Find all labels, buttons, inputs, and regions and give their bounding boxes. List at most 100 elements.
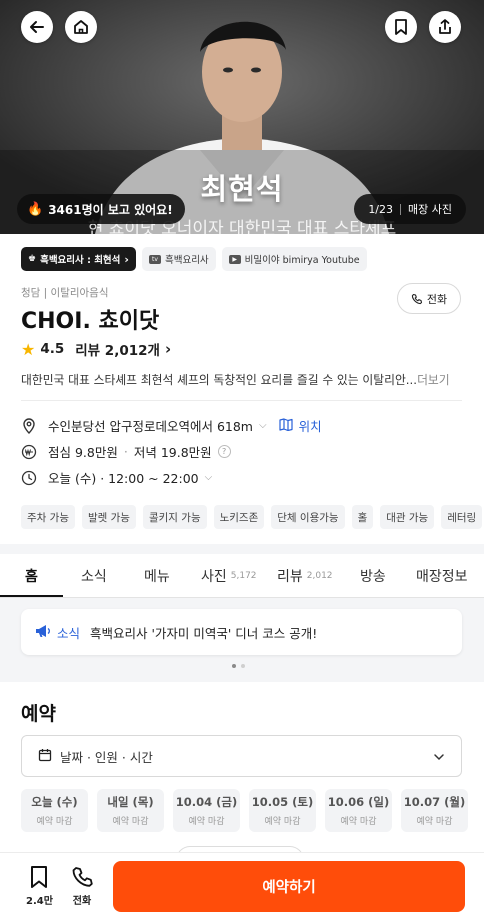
map-icon (278, 417, 293, 434)
youtube-icon: ▶ (228, 254, 241, 264)
rating-row[interactable]: ★ 4.5 리뷰 2,012개 › (21, 339, 171, 360)
chevron-down-icon[interactable]: ⌵ (259, 420, 267, 431)
calendar-icon (38, 748, 52, 765)
tab-label: 메뉴 (144, 569, 170, 585)
megaphone-icon (35, 624, 51, 641)
date-status: 예약 마감 (112, 817, 149, 827)
amenity-chip: 노키즈존 (213, 505, 265, 529)
call-label: 전화 (426, 292, 448, 306)
tab-label: 매장정보 (416, 569, 468, 585)
star-icon: ★ (21, 339, 36, 359)
price-row: 점심 9.8만원 · 저녁 19.8만원 ? (21, 442, 231, 461)
chevron-down-icon[interactable]: ⌵ (205, 472, 213, 483)
tab-label: 사진 (201, 569, 227, 585)
location-text: 수인분당선 압구정로데오역에서 618m (48, 419, 253, 434)
help-icon[interactable]: ? (217, 445, 231, 458)
amenity-chip: 레터링 (441, 505, 483, 529)
reservation-selector-text: 날짜 · 인원 · 시간 (60, 749, 153, 765)
home-button[interactable] (65, 11, 97, 43)
carousel-dot[interactable] (241, 664, 245, 668)
hours-text: 오늘 (수) · 12:00 ~ 22:00 (48, 471, 199, 486)
date-option[interactable]: 내일 (목) 예약 마감 (97, 789, 164, 832)
news-text: 흑백요리사 '가자미 미역국' 디너 코스 공개! (90, 625, 318, 641)
book-button[interactable]: 예약하기 (113, 861, 465, 912)
tab-label: 리뷰 (277, 569, 303, 585)
section-divider (0, 544, 484, 554)
description[interactable]: 대한민국 대표 스타셰프 최현석 셰프의 독창적인 요리를 즐길 수 있는 이탈… (21, 371, 466, 388)
restaurant-name: CHOI. 쵸이닷 (21, 309, 160, 334)
call-bottom-button[interactable]: 전화 (71, 865, 93, 907)
amenity-chip: 대관 가능 (380, 505, 435, 529)
dinner-price: 저녁 19.8만원 (133, 445, 212, 460)
save-button[interactable]: 2.4만 (26, 865, 53, 907)
hours-row: 오늘 (수) · 12:00 ~ 22:00 ⌵ (21, 468, 212, 487)
tab-menu[interactable]: 메뉴 (144, 554, 170, 598)
tab-label: 소식 (81, 569, 107, 585)
share-button[interactable] (429, 11, 461, 43)
tab-photos[interactable]: 사진 5,172 (201, 554, 257, 598)
photo-label: 매장 사진 (408, 203, 452, 216)
divider (21, 400, 462, 401)
date-label: 10.06 (일) (327, 795, 390, 809)
tag-label: 비밀이야 bimirya Youtube (244, 255, 360, 266)
bookmark-icon (31, 866, 48, 888)
back-button[interactable] (21, 11, 53, 43)
photo-counter[interactable]: 1/23 매장 사진 (354, 194, 466, 224)
call-button[interactable]: 전화 (397, 283, 461, 314)
tab-label: 홈 (25, 569, 38, 585)
date-label: 오늘 (수) (31, 795, 78, 809)
amenity-chip: 홀 (351, 505, 374, 529)
review-count: 리뷰 2,012개 (75, 343, 160, 359)
carousel-dots (232, 664, 245, 668)
location-row: 수인분당선 압구정로데오역에서 618m ⌵ 위치 (21, 416, 322, 435)
tag-label: 흑백요리사 : 최현석 (40, 255, 121, 266)
photo-index: 1/23 (368, 202, 394, 216)
rating-value: 4.5 (40, 341, 65, 357)
date-status: 예약 마감 (188, 817, 225, 827)
amenity-chip: 단체 이용가능 (271, 505, 345, 529)
tv-icon: tv (148, 254, 161, 264)
tab-reviews[interactable]: 리뷰 2,012 (277, 554, 333, 598)
tab-count: 2,012 (306, 571, 333, 581)
tag-chip-tv[interactable]: tv 흑백요리사 (141, 247, 216, 271)
phone-icon (72, 867, 93, 887)
description-text: 대한민국 대표 스타셰프 최현석 셰프의 독창적인 요리를 즐길 수 있는 이탈… (21, 373, 418, 387)
reservation-title: 예약 (21, 703, 56, 725)
news-card[interactable]: 소식 흑백요리사 '가자미 미역국' 디너 코스 공개! (21, 609, 462, 655)
hero-photo[interactable]: 최현석 현 쵸이닷 오너이자 대한민국 대표 스타셰프 🔥 3461명이 보고 … (0, 0, 484, 234)
location-link[interactable]: 위치 (299, 416, 322, 435)
viewers-text: 3461명이 보고 있어요! (48, 202, 173, 217)
call-label: 전화 (72, 896, 92, 907)
fire-icon: 🔥 (27, 201, 44, 217)
amenity-chip: 주차 가능 (21, 505, 75, 529)
bookmark-button[interactable] (385, 11, 417, 43)
date-status: 예약 마감 (264, 817, 301, 827)
won-icon (21, 444, 37, 460)
tag-chip-black-white-chef[interactable]: ♚ 흑백요리사 : 최현석 › (21, 247, 136, 271)
reservation-selector[interactable]: 날짜 · 인원 · 시간 (21, 735, 462, 777)
more-link[interactable]: 더보기 (417, 373, 450, 387)
tab-news[interactable]: 소식 (81, 554, 107, 598)
carousel-dot-active[interactable] (232, 664, 236, 668)
tab-store-info[interactable]: 매장정보 (416, 554, 468, 598)
tab-home[interactable]: 홈 (25, 554, 38, 598)
amenities-list: 주차 가능 발렛 가능 콜키지 가능 노키즈존 단체 이용가능 홀 대관 가능 … (21, 505, 483, 529)
date-option[interactable]: 10.07 (월) 예약 마감 (401, 789, 468, 832)
tab-bar: 홈 소식 메뉴 사진 5,172 리뷰 2,012 방송 매장정보 (0, 554, 484, 598)
date-status: 예약 마감 (416, 817, 453, 827)
tag-chip-youtube[interactable]: ▶ 비밀이야 bimirya Youtube (221, 247, 367, 271)
tab-broadcast[interactable]: 방송 (360, 554, 386, 598)
date-option[interactable]: 10.05 (토) 예약 마감 (249, 789, 316, 832)
home-icon (74, 20, 88, 34)
date-option[interactable]: 10.06 (일) 예약 마감 (325, 789, 392, 832)
share-icon (439, 19, 451, 34)
arrow-left-icon (30, 21, 44, 33)
date-label: 10.04 (금) (175, 795, 238, 809)
clock-icon (21, 470, 37, 486)
date-option[interactable]: 오늘 (수) 예약 마감 (21, 789, 88, 832)
bookmark-icon (395, 19, 407, 35)
date-option[interactable]: 10.04 (금) 예약 마감 (173, 789, 240, 832)
lunch-price: 점심 9.8만원 (48, 445, 118, 460)
news-tag: 소식 (57, 625, 81, 641)
chevron-down-icon (433, 749, 445, 764)
